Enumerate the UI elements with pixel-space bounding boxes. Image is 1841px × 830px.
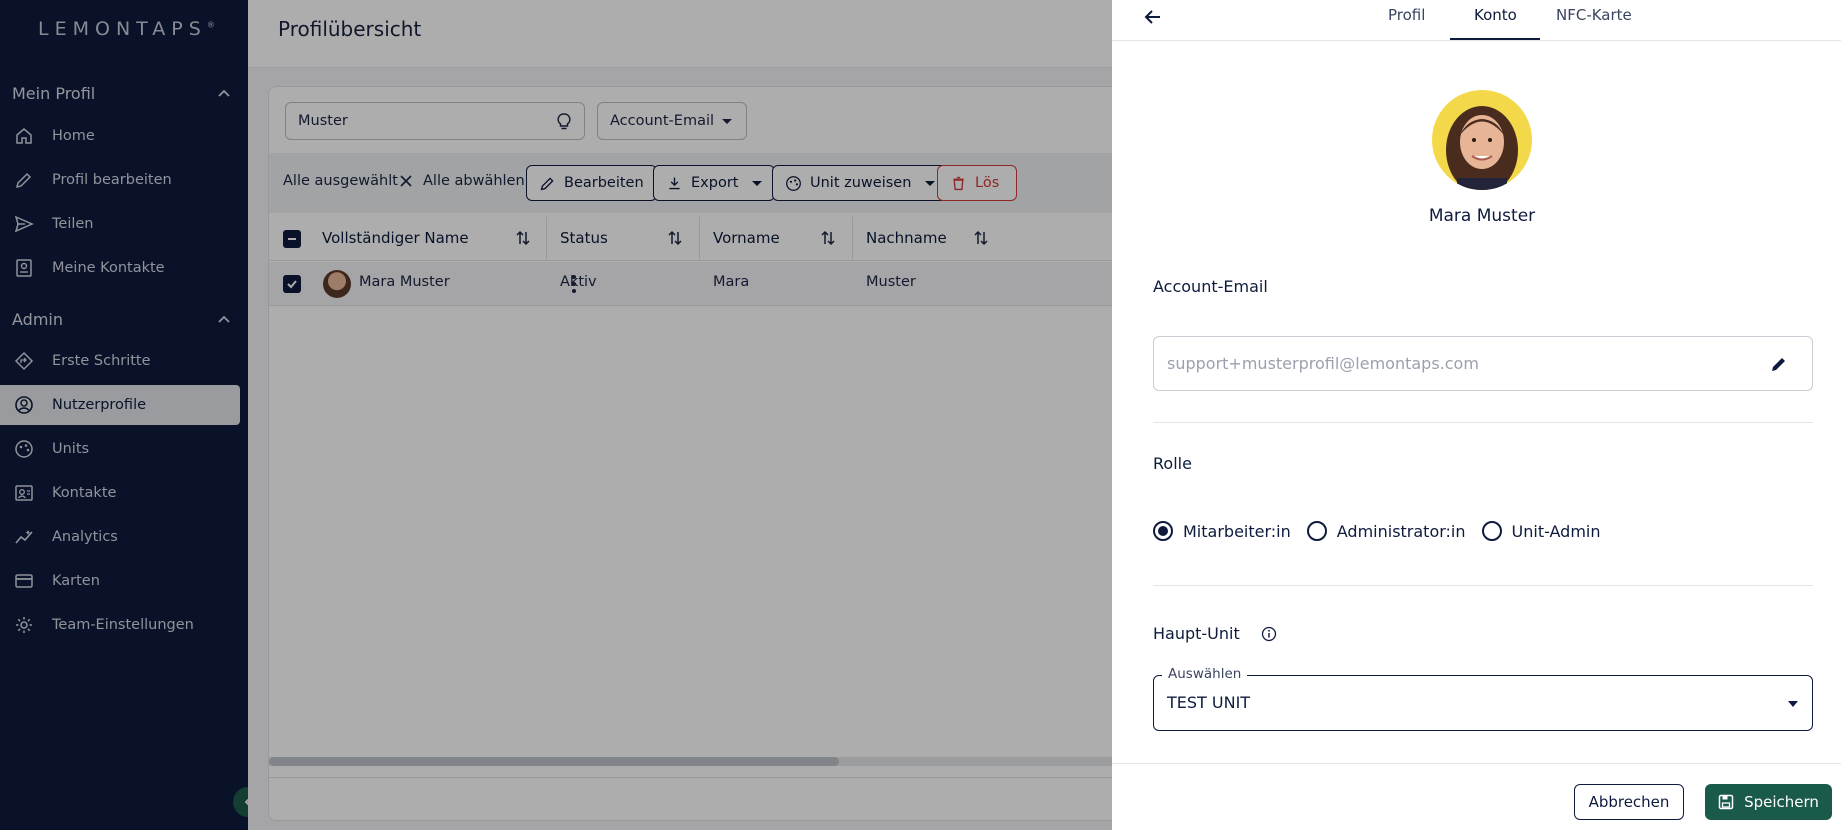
profile-avatar xyxy=(1432,90,1532,190)
radio-button[interactable] xyxy=(1306,521,1327,541)
modal-backdrop[interactable] xyxy=(0,0,1112,830)
role-label: Rolle xyxy=(1153,454,1192,473)
role-radio-administrator[interactable]: Administrator:in xyxy=(1306,521,1466,541)
section-divider xyxy=(1153,585,1813,586)
email-field[interactable]: support+musterprofil@lemontaps.com xyxy=(1153,336,1813,391)
main-unit-label: Haupt-Unit xyxy=(1153,624,1240,643)
avatar-photo xyxy=(1432,90,1532,190)
role-radio-group: Mitarbeiter:in Administrator:in Unit-Adm… xyxy=(1153,521,1617,541)
active-tab-indicator xyxy=(1450,38,1540,40)
select-legend: Auswählen xyxy=(1162,666,1248,682)
radio-label: Unit-Admin xyxy=(1511,521,1601,541)
role-radio-employee[interactable]: Mitarbeiter:in xyxy=(1153,521,1291,541)
drawer-footer-divider xyxy=(1112,763,1841,764)
radio-button[interactable] xyxy=(1481,521,1502,541)
tab-profile[interactable]: Profil xyxy=(1388,6,1425,24)
tab-account[interactable]: Konto xyxy=(1474,6,1517,24)
account-email-label: Account-Email xyxy=(1153,277,1268,296)
profile-drawer: Profil Konto NFC-Karte Mara Muster Accou… xyxy=(1112,0,1841,830)
radio-button-checked[interactable] xyxy=(1153,521,1173,541)
radio-label: Administrator:in xyxy=(1336,521,1466,541)
tab-nfc-card[interactable]: NFC-Karte xyxy=(1556,6,1632,24)
radio-label: Mitarbeiter:in xyxy=(1183,521,1291,541)
section-divider xyxy=(1153,422,1813,423)
button-label: Speichern xyxy=(1744,793,1819,811)
profile-user-name: Mara Muster xyxy=(1428,206,1536,226)
main-unit-select[interactable]: Auswählen TEST UNIT xyxy=(1153,666,1813,731)
pencil-icon[interactable] xyxy=(1768,353,1790,375)
select-value: TEST UNIT xyxy=(1167,693,1251,712)
caret-down-icon xyxy=(1788,701,1798,707)
drawer-tabs: Profil Konto NFC-Karte xyxy=(1112,0,1841,41)
role-radio-unit-admin[interactable]: Unit-Admin xyxy=(1481,521,1601,541)
save-button[interactable]: Speichern xyxy=(1705,784,1832,820)
floppy-disk-icon xyxy=(1718,794,1734,810)
cancel-button[interactable]: Abbrechen xyxy=(1574,784,1684,820)
info-icon[interactable] xyxy=(1261,626,1277,642)
email-placeholder: support+musterprofil@lemontaps.com xyxy=(1167,354,1479,373)
arrow-left-icon[interactable] xyxy=(1142,6,1164,28)
